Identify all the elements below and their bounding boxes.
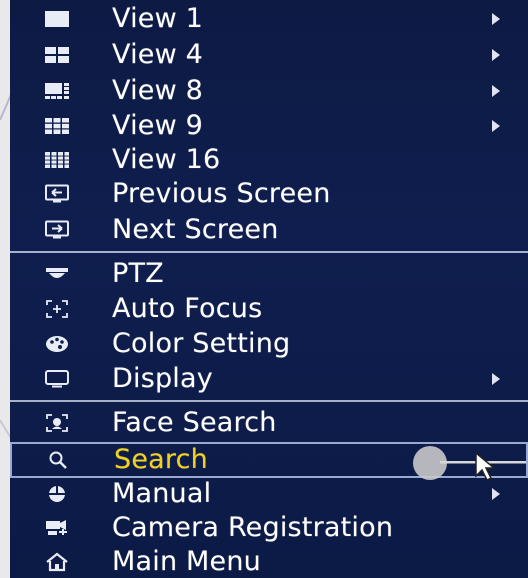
menu-item-view-9[interactable]: View 9 (10, 109, 528, 143)
menu-item-next-screen[interactable]: Next Screen (10, 213, 528, 247)
menu-item-view-4[interactable]: View 4 (10, 38, 528, 72)
home-icon (42, 551, 72, 573)
menu-item-label: View 4 (112, 38, 204, 70)
submenu-arrow-icon (492, 373, 500, 385)
menu-item-display[interactable]: Display (10, 362, 528, 396)
single-pane-icon (42, 8, 72, 30)
menu-item-previous-screen[interactable]: Previous Screen (10, 177, 528, 211)
nine-grid-icon (42, 115, 72, 137)
quad-grid-icon (42, 44, 72, 66)
menu-item-main-menu[interactable]: Main Menu (10, 545, 528, 578)
camera-registration-icon (42, 517, 72, 539)
monitor-icon (42, 368, 72, 390)
submenu-arrow-icon (492, 120, 500, 132)
menu-item-label: PTZ (112, 257, 164, 289)
context-menu: View 1 View 4 View 8 View 9 View 16 Prev… (10, 0, 528, 578)
menu-item-label: View 1 (112, 2, 204, 34)
menu-item-label: Color Setting (112, 327, 291, 359)
mouse-cursor-icon (413, 446, 526, 482)
menu-item-label: Camera Registration (112, 511, 394, 543)
eight-grid-icon (42, 80, 72, 102)
palette-icon (42, 333, 72, 355)
menu-item-view-16[interactable]: View 16 (10, 143, 528, 177)
submenu-arrow-icon (492, 49, 500, 61)
menu-item-label: View 9 (112, 109, 204, 141)
menu-item-face-search[interactable]: Face Search (10, 406, 528, 440)
menu-item-camera-registration[interactable]: Camera Registration (10, 511, 528, 545)
menu-item-label: Manual (112, 477, 212, 509)
menu-item-label: Next Screen (112, 213, 279, 245)
menu-item-label: Search (114, 443, 208, 475)
menu-divider (10, 400, 528, 402)
auto-focus-icon (42, 298, 72, 320)
ptz-dome-icon (42, 263, 72, 285)
submenu-arrow-icon (492, 488, 500, 500)
menu-item-label: Previous Screen (112, 177, 331, 209)
menu-item-label: Display (112, 362, 213, 394)
menu-item-auto-focus[interactable]: Auto Focus (10, 292, 528, 326)
menu-item-label: Auto Focus (112, 292, 263, 324)
previous-screen-icon (42, 183, 72, 205)
sixteen-grid-icon (42, 149, 72, 171)
submenu-arrow-icon (492, 85, 500, 97)
submenu-arrow-icon (492, 13, 500, 25)
menu-item-view-8[interactable]: View 8 (10, 74, 528, 108)
menu-item-label: Face Search (112, 406, 277, 438)
menu-item-color-setting[interactable]: Color Setting (10, 327, 528, 361)
menu-item-label: View 8 (112, 74, 204, 106)
menu-item-view-1[interactable]: View 1 (10, 2, 528, 36)
menu-item-ptz[interactable]: PTZ (10, 257, 528, 291)
menu-item-label: View 16 (112, 143, 221, 175)
manual-icon (42, 483, 72, 505)
search-icon (44, 449, 74, 471)
next-screen-icon (42, 219, 72, 241)
menu-divider (10, 251, 528, 253)
face-search-icon (42, 412, 72, 434)
menu-item-label: Main Menu (112, 545, 261, 577)
